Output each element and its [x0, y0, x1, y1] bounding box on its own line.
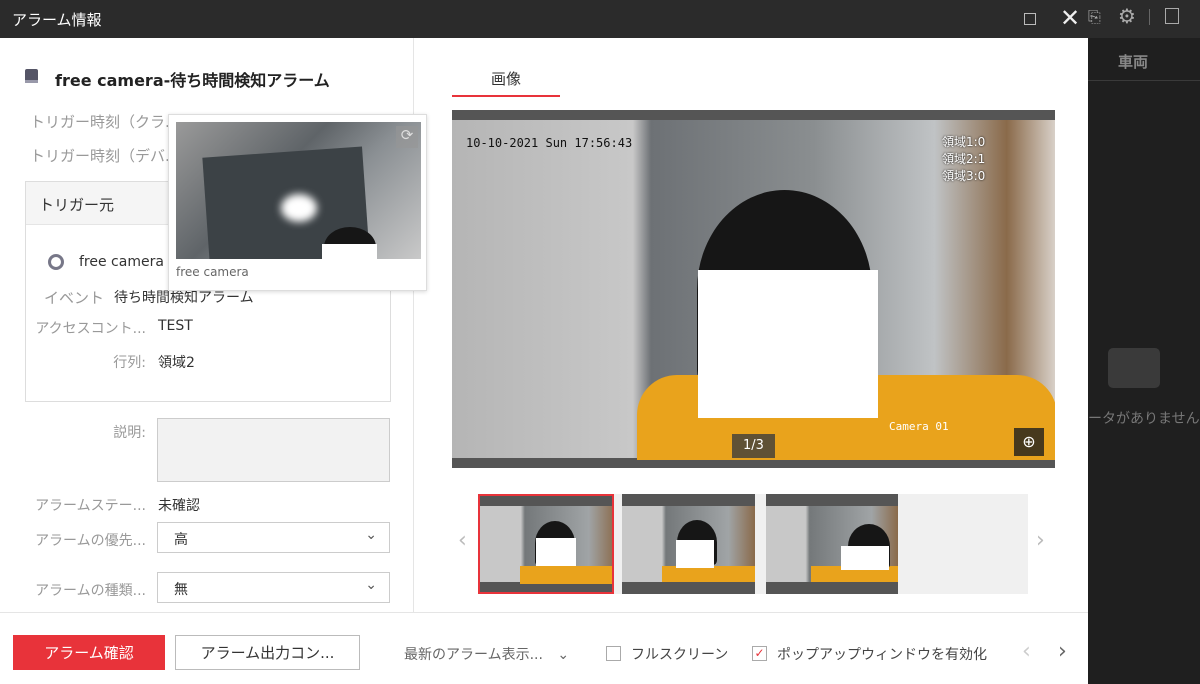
alarm-output-button[interactable]: アラーム出力コン... [175, 635, 360, 670]
event-label: イベント [44, 289, 105, 307]
latest-alarm-dropdown[interactable]: 最新のアラーム表示... ⌄ [404, 644, 569, 664]
latest-label: 最新のアラーム表示... [404, 647, 543, 663]
confirm-alarm-button[interactable]: アラーム確認 [13, 635, 165, 670]
record-icon[interactable]: ⎘ [1088, 7, 1101, 27]
divider [1088, 80, 1200, 81]
empty-box-icon [1108, 348, 1160, 388]
access-control-label: アクセスコント... [35, 321, 146, 337]
divider [1149, 9, 1150, 25]
status-label: アラームステー... [35, 498, 146, 514]
camera-name: free camera [79, 254, 164, 270]
preview-caption: free camera [176, 265, 249, 279]
osd-region: 領域1:0 [942, 135, 986, 149]
camera-preview-popup: ⟳ free camera [168, 114, 427, 291]
privacy-mask [698, 270, 878, 418]
osd-regions: 領域1:0 領域2:1 領域3:0 [942, 134, 985, 185]
alarm-icon [25, 69, 38, 83]
trigger-source-title: トリガー元 [39, 196, 115, 214]
alarm-dialog: free camera-待ち時間検知アラーム トリガー時刻（クラ... トリガー… [0, 38, 1088, 684]
thumbnail[interactable] [622, 494, 755, 594]
osd-time: 10-10-2021 Sun 17:56:43 [466, 136, 633, 150]
zoom-in-icon[interactable]: ⊕ [1014, 428, 1044, 456]
popup-checkbox[interactable]: ✓ [752, 646, 767, 661]
type-select[interactable]: 無 ⌄ [157, 572, 390, 603]
osd-camera: Camera 01 [889, 420, 949, 433]
trigger-time-client-label: トリガー時刻（クラ... [30, 113, 180, 131]
chevron-right-icon[interactable]: › [1036, 528, 1045, 553]
window-title: アラーム情報 [12, 11, 102, 29]
thumbnail[interactable] [478, 494, 614, 594]
close-button[interactable]: ✕ [1060, 4, 1080, 32]
chevron-down-icon: ⌄ [365, 527, 377, 543]
refresh-icon[interactable]: ⟳ [396, 126, 418, 148]
chevron-left-icon[interactable]: ‹ [458, 528, 467, 553]
fullscreen-label: フルスクリーン [631, 647, 729, 663]
tab-image[interactable]: 画像 [452, 68, 560, 97]
popup-label: ポップアップウィンドウを有効化 [777, 647, 987, 663]
preview-image: ⟳ [176, 122, 421, 259]
right-panel: 車両 ータがありません [1088, 38, 1200, 684]
main-image: 10-10-2021 Sun 17:56:43 領域1:0 領域2:1 領域3:… [452, 110, 1055, 468]
access-control-value: TEST [158, 318, 193, 334]
chevron-down-icon: ⌄ [557, 647, 570, 663]
fullscreen-checkbox[interactable] [606, 646, 621, 661]
priority-select[interactable]: 高 ⌄ [157, 522, 390, 553]
queue-label: 行列: [113, 355, 146, 371]
camera-icon [48, 254, 64, 270]
osd-region: 領域3:0 [942, 169, 986, 183]
next-alarm-button[interactable]: › [1058, 639, 1067, 664]
gear-icon[interactable]: ⚙ [1118, 4, 1136, 28]
empty-message: ータがありません [1088, 411, 1200, 427]
queue-value: 領域2 [158, 355, 195, 371]
priority-label: アラームの優先... [35, 533, 146, 549]
image-counter: 1/3 [732, 434, 775, 458]
description-input[interactable] [157, 418, 390, 482]
alarm-title: free camera-待ち時間検知アラーム [55, 71, 330, 90]
priority-value: 高 [174, 532, 188, 548]
title-bar: アラーム情報 ✕ ⎘ ⚙ [0, 0, 1200, 38]
status-value: 未確認 [158, 498, 200, 514]
trigger-time-device-label: トリガー時刻（デバ... [30, 147, 180, 165]
description-label: 説明: [113, 425, 146, 441]
type-value: 無 [174, 582, 188, 598]
divider [0, 612, 1088, 613]
counter-text: 1/3 [743, 438, 764, 453]
thumbnail[interactable] [766, 494, 898, 594]
confirm-label: アラーム確認 [44, 644, 134, 662]
osd-region: 領域2:1 [942, 152, 986, 166]
type-label: アラームの種類... [35, 583, 146, 599]
tab-image-label: 画像 [490, 70, 521, 88]
output-label: アラーム出力コン... [200, 644, 335, 662]
previous-alarm-button[interactable]: ‹ [1022, 639, 1031, 664]
maximize-button[interactable] [1024, 13, 1036, 25]
window-close-icon[interactable] [1165, 8, 1179, 24]
chevron-down-icon: ⌄ [365, 577, 377, 593]
tab-vehicle[interactable]: 車両 [1118, 51, 1148, 72]
